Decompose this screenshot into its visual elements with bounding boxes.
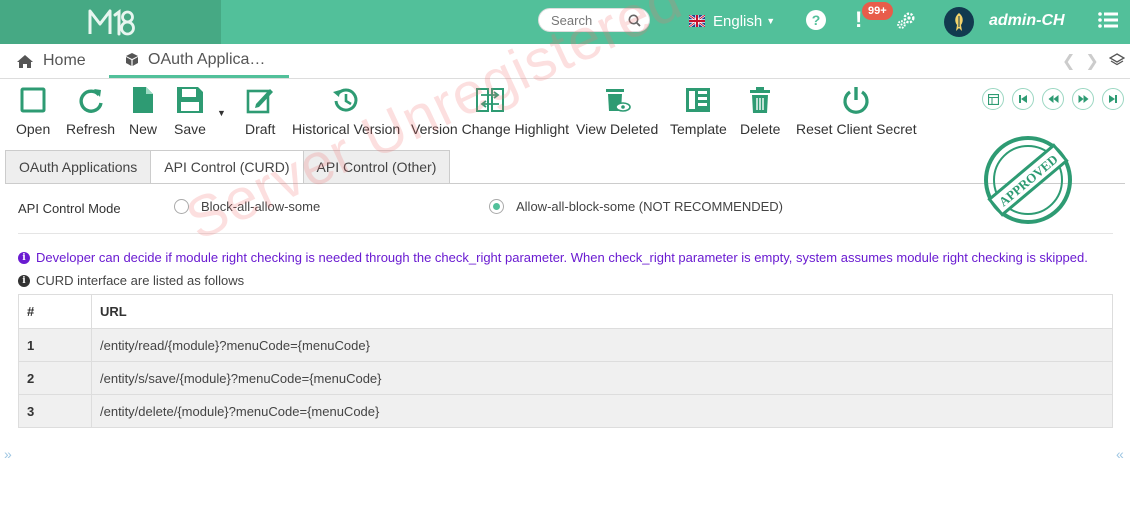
historical-version-button[interactable]: Historical Version [292,85,400,137]
save-dropdown-caret-icon[interactable]: ▼ [217,108,226,118]
curd-info-text: CURD interface are listed as follows [36,273,245,288]
tab-home[interactable]: Home [16,44,86,78]
previous-record-button[interactable] [1042,88,1064,110]
form-tabs: OAuth Applications API Control (CURD) AP… [5,150,451,184]
layers-icon[interactable] [1109,52,1125,68]
tabs-divider [5,183,1125,184]
radio-block-all-allow-some-label: Block-all-allow-some [201,199,321,214]
chevron-down-icon: ▼ [766,16,776,26]
new-file-icon [133,87,153,113]
column-header-url: URL [91,294,1113,329]
chevron-left-icon[interactable]: ❮ [1062,51,1075,71]
approved-stamp-icon: APPROVED [984,136,1072,224]
toolbar: Open Refresh New Save ▼ Draft Historical… [0,80,1130,140]
radio-block-all-allow-some[interactable]: Block-all-allow-some [174,199,320,214]
first-record-button[interactable] [1012,88,1034,110]
language-label: English [713,12,763,30]
info-icon: i [18,274,30,287]
notification-badge: 99+ [862,2,893,20]
gears-icon[interactable] [896,12,916,30]
app-logo[interactable] [0,0,221,44]
refresh-icon [79,89,103,113]
row-url: /entity/read/{module}?menuCode={menuCode… [91,328,1113,362]
uk-flag-icon [689,15,705,27]
tab-api-control-other[interactable]: API Control (Other) [302,150,451,184]
radio-allow-all-block-some[interactable]: Allow-all-block-some (NOT RECOMMENDED) [489,199,783,214]
tab-home-label: Home [43,52,86,69]
table-header-row: # URL [18,294,1113,329]
reset-client-secret-button[interactable]: Reset Client Secret [796,85,917,137]
api-control-mode-label: API Control Mode [18,201,121,216]
curd-interface-table: # URL 1 /entity/read/{module}?menuCode={… [18,294,1113,428]
delete-button[interactable]: Delete [740,85,780,137]
tab-scroll-arrows: ❮ ❯ [1062,51,1099,71]
skip-last-icon [1109,95,1117,103]
username[interactable]: admin-CH [989,12,1065,30]
table-row[interactable]: 1 /entity/read/{module}?menuCode={menuCo… [18,328,1113,362]
info-icon: i [18,251,30,264]
template-button[interactable]: Template [670,85,727,137]
next-record-button[interactable] [1072,88,1094,110]
row-url: /entity/s/save/{module}?menuCode={menuCo… [91,361,1113,395]
language-selector[interactable]: English ▼ [689,11,775,31]
curd-info-note: i CURD interface are listed as follows [18,273,244,288]
tab-oauth-label: OAuth Applica… [148,50,266,68]
row-url: /entity/delete/{module}?menuCode={menuCo… [91,394,1113,428]
layout-icon [987,93,999,105]
expand-left-panel-icon[interactable]: » [4,446,12,462]
radio-unchecked-icon[interactable] [174,199,189,214]
chevron-right-icon[interactable]: ❯ [1085,51,1098,71]
layout-button[interactable] [982,88,1004,110]
tab-oauth-applications-form[interactable]: OAuth Applications [5,150,152,184]
rewind-icon [1048,95,1058,103]
section-divider [18,233,1113,234]
search-icon[interactable] [628,14,641,27]
avatar[interactable] [944,7,974,37]
row-number: 1 [18,328,92,362]
history-icon [333,88,358,112]
developer-info-text: Developer can decide if module right che… [36,250,1088,265]
save-button[interactable]: Save [174,85,206,137]
search-box[interactable] [538,8,650,32]
new-button[interactable]: New [129,85,157,137]
save-icon [176,87,203,113]
expand-right-panel-icon[interactable]: « [1116,446,1124,462]
row-number: 3 [18,394,92,428]
page-tab-strip: Home OAuth Applica… ❮ ❯ [0,44,1130,79]
approved-stamp-text: APPROVED [996,151,1061,209]
table-row[interactable]: 2 /entity/s/save/{module}?menuCode={menu… [18,361,1113,395]
help-icon[interactable]: ? [806,10,826,30]
search-input[interactable] [551,12,627,29]
trash-icon [750,87,771,113]
tab-api-control-curd[interactable]: API Control (CURD) [150,150,304,184]
approved-stamp: APPROVED [982,134,1074,229]
view-deleted-icon [606,89,631,112]
refresh-button[interactable]: Refresh [66,85,115,137]
row-number: 2 [18,361,92,395]
draft-button[interactable]: Draft [245,85,275,137]
last-record-button[interactable] [1102,88,1124,110]
tab-oauth-applications[interactable]: OAuth Applica… [109,44,289,78]
radio-allow-all-block-some-label: Allow-all-block-some (NOT RECOMMENDED) [516,199,784,214]
power-icon [843,87,869,114]
m18-logo-icon [88,9,135,36]
menu-list-icon[interactable] [1098,11,1118,29]
table-row[interactable]: 3 /entity/delete/{module}?menuCode={menu… [18,394,1113,428]
top-bar: English ▼ ? ! 99+ admin-CH [0,0,1130,44]
template-icon [686,88,711,112]
column-header-number: # [18,294,92,329]
compare-icon [476,88,504,112]
user-avatar-icon [955,13,963,31]
home-icon [17,54,33,68]
cube-icon [126,53,138,66]
open-button[interactable]: Open [16,85,50,137]
skip-first-icon [1019,95,1027,103]
draft-edit-icon [246,89,274,114]
open-icon [20,87,46,113]
version-change-highlight-button[interactable]: Version Change Highlight [411,85,569,137]
view-deleted-button[interactable]: View Deleted [576,85,658,137]
radio-checked-icon[interactable] [489,199,504,214]
developer-info-note: i Developer can decide if module right c… [18,250,1088,265]
fast-forward-icon [1078,95,1088,103]
